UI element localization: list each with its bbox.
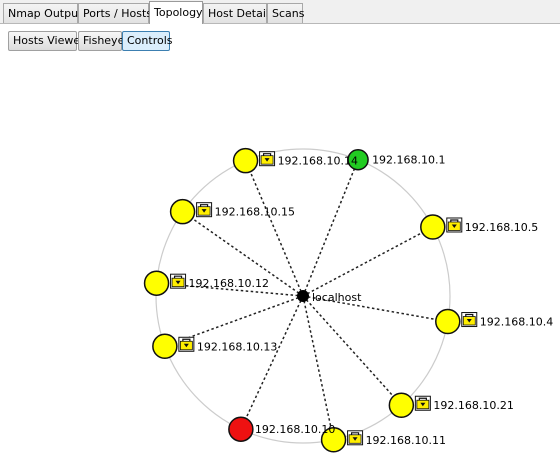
- tab-scans[interactable]: Scans: [267, 3, 304, 23]
- host-node[interactable]: 192.168.10.4: [435, 308, 553, 335]
- lock-icon: [461, 312, 478, 328]
- lock-icon: [196, 202, 213, 218]
- host-status-circle[interactable]: [169, 198, 196, 225]
- host-label: 192.168.10.13: [197, 340, 277, 353]
- tab-host-details[interactable]: Host Details: [203, 3, 275, 23]
- topology-graph[interactable]: 192.168.10.1 192.168.10.5 192.168.10.4 192.…: [0, 56, 560, 470]
- lock-icon: [178, 336, 195, 352]
- host-status-circle[interactable]: [435, 308, 461, 335]
- lock-icon: [414, 395, 431, 411]
- tab-nmap-output[interactable]: Nmap Output: [3, 3, 82, 23]
- host-status-circle[interactable]: [228, 416, 254, 442]
- edge-line: [302, 295, 335, 440]
- host-status-circle[interactable]: [143, 270, 170, 296]
- host-label: 192.168.10.15: [215, 206, 295, 219]
- lock-icon: [259, 151, 276, 167]
- lock-icon: [446, 217, 463, 233]
- host-node[interactable]: 192.168.10.13: [152, 333, 277, 360]
- host-label: 192.168.10.5: [465, 221, 538, 234]
- host-status-circle[interactable]: [388, 392, 415, 418]
- localhost-label: localhost: [312, 291, 362, 304]
- fisheye-button[interactable]: Fisheye: [78, 31, 124, 51]
- edge-line: [302, 226, 434, 297]
- lock-icon: [347, 430, 364, 446]
- host-node[interactable]: 192.168.10.11: [320, 427, 446, 453]
- host-node[interactable]: 192.168.10.10: [228, 416, 335, 442]
- host-node[interactable]: 192.168.10.1: [347, 148, 446, 171]
- host-label: 192.168.10.12: [189, 277, 269, 290]
- topology-toolbar: Hosts Viewer Fisheye Controls: [0, 24, 560, 56]
- host-label: 192.168.10.11: [366, 434, 446, 447]
- host-label: 192.168.10.10: [255, 423, 335, 436]
- host-label: 192.168.10.14: [278, 155, 358, 168]
- edge-line: [302, 295, 402, 406]
- hosts-viewer-button[interactable]: Hosts Viewer: [8, 31, 85, 51]
- host-label: 192.168.10.4: [480, 316, 553, 329]
- host-node[interactable]: 192.168.10.12: [143, 270, 269, 296]
- host-node[interactable]: 192.168.10.14: [232, 147, 358, 174]
- host-node[interactable]: 192.168.10.21: [388, 392, 514, 418]
- host-status-circle[interactable]: [232, 147, 259, 174]
- edge-line: [302, 159, 359, 297]
- tab-bar: Nmap Output Ports / Hosts Topology Host …: [0, 0, 560, 24]
- tab-ports-hosts[interactable]: Ports / Hosts: [78, 3, 152, 23]
- localhost-node[interactable]: [297, 290, 309, 302]
- topology-layer: 192.168.10.1 192.168.10.5 192.168.10.4 192.…: [143, 147, 553, 453]
- lock-icon: [170, 273, 187, 289]
- host-node[interactable]: 192.168.10.5: [420, 214, 538, 240]
- tab-topology[interactable]: Topology: [149, 1, 203, 24]
- host-label: 192.168.10.21: [433, 399, 513, 412]
- host-label: 192.168.10.1: [372, 154, 445, 167]
- host-status-circle[interactable]: [420, 214, 446, 240]
- host-node[interactable]: 192.168.10.15: [169, 198, 295, 225]
- host-status-circle[interactable]: [152, 333, 178, 360]
- controls-button[interactable]: Controls: [122, 31, 173, 51]
